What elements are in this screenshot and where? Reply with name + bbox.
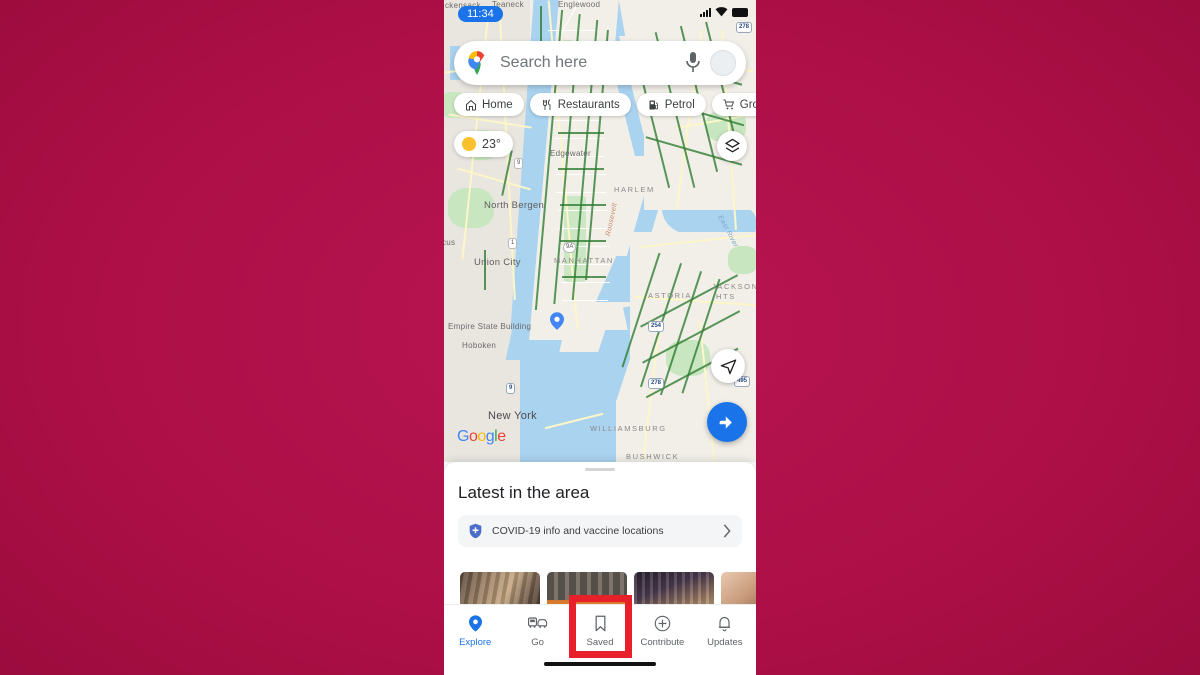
directions-arrow-icon: [719, 415, 732, 429]
map-label: Edgewater: [550, 149, 591, 158]
location-pin-icon: [468, 613, 482, 633]
map-label: WILLIAMSBURG: [590, 424, 667, 433]
map-label: MANHATTAN: [554, 256, 614, 265]
map-label: Hoboken: [462, 341, 497, 350]
map-label: ASTORIA: [648, 291, 692, 300]
chip-label: Petrol: [664, 98, 695, 111]
bookmark-icon: [594, 613, 607, 633]
logo-letter: e: [497, 428, 506, 445]
nav-label: Go: [531, 637, 544, 648]
nav-item-updates[interactable]: Updates: [694, 613, 756, 648]
nav-label: Updates: [707, 637, 743, 648]
logo-letter: o: [477, 428, 486, 445]
avatar[interactable]: [710, 50, 736, 76]
home-icon: [466, 99, 476, 110]
map-label: HARLEM: [614, 185, 655, 194]
map-label: Union City: [474, 257, 521, 268]
home-gesture-indicator[interactable]: [544, 662, 656, 666]
nav-item-explore[interactable]: Explore: [444, 613, 506, 648]
search-input[interactable]: Search here: [500, 54, 685, 72]
chevron-right-icon: [723, 524, 731, 538]
chip-label: Restaurants: [557, 98, 620, 111]
layers-button[interactable]: [717, 131, 747, 161]
signal-icon: [700, 8, 711, 17]
road-shield: 1: [508, 238, 518, 249]
map-label: New York: [488, 410, 537, 422]
category-chip-row[interactable]: Home Restaurants Petrol Groce: [454, 93, 756, 116]
search-bar[interactable]: Search here: [454, 41, 746, 85]
logo-letter: G: [457, 428, 469, 445]
google-logo: Google: [457, 428, 506, 446]
navigation-arrow-icon: [720, 358, 736, 374]
covid-card-label: COVID-19 info and vaccine locations: [492, 525, 664, 537]
locate-me-button[interactable]: [711, 349, 745, 383]
bell-icon: [717, 613, 732, 633]
chip-restaurants[interactable]: Restaurants: [529, 93, 631, 116]
map-label: BUSHWICK: [626, 452, 680, 461]
road-shield: 254: [648, 321, 665, 332]
shopping-cart-icon: [723, 99, 734, 109]
chip-label: Home: [482, 98, 513, 111]
fuel-pump-icon: [649, 100, 658, 109]
wifi-icon: [715, 7, 728, 17]
nav-item-contribute[interactable]: Contribute: [631, 613, 693, 648]
map-label: North Bergen: [484, 200, 545, 211]
nav-item-go[interactable]: Go: [506, 613, 568, 648]
map-marker-icon: [550, 312, 564, 330]
sheet-drag-handle[interactable]: [585, 468, 615, 471]
road-shield: 9A: [563, 242, 577, 253]
road-shield: 278: [648, 378, 665, 389]
microphone-icon[interactable]: [685, 52, 701, 74]
status-clock: 11:34: [458, 6, 503, 22]
restaurant-icon: [542, 99, 551, 110]
map-label: cus: [444, 238, 456, 247]
phone-screen: ckensack Teaneck Englewood Edgewater Nor…: [444, 0, 756, 675]
chip-petrol[interactable]: Petrol: [636, 93, 706, 116]
commute-icon: [527, 613, 548, 633]
weather-chip[interactable]: 23°: [454, 131, 513, 157]
map-label: HTS: [716, 292, 736, 301]
logo-letter: g: [485, 428, 495, 445]
battery-icon: [732, 8, 748, 17]
covid-info-card[interactable]: COVID-19 info and vaccine locations: [458, 515, 742, 547]
chip-groceries[interactable]: Groce: [711, 93, 756, 116]
shield-plus-icon: [469, 523, 482, 539]
nav-item-saved[interactable]: Saved: [569, 613, 631, 648]
directions-button[interactable]: [707, 402, 747, 442]
plus-circle-icon: [654, 613, 671, 633]
sheet-title: Latest in the area: [458, 483, 590, 502]
sun-icon: [462, 137, 476, 151]
weather-temperature: 23°: [482, 137, 501, 151]
nav-label: Saved: [586, 637, 614, 648]
map-label: Empire State Building: [448, 322, 532, 331]
chip-label: Groce: [739, 98, 756, 111]
road-shield: 9: [506, 383, 516, 394]
layers-icon: [724, 138, 740, 153]
status-icon-group: [700, 7, 748, 17]
chip-home[interactable]: Home: [454, 93, 524, 116]
road-shield: 9: [514, 158, 524, 169]
status-bar: 11:34: [444, 0, 756, 26]
map-label: JACKSON: [712, 282, 756, 291]
nav-label: Contribute: [640, 637, 685, 648]
nav-label: Explore: [459, 637, 492, 648]
google-maps-pin-icon: [468, 51, 485, 75]
